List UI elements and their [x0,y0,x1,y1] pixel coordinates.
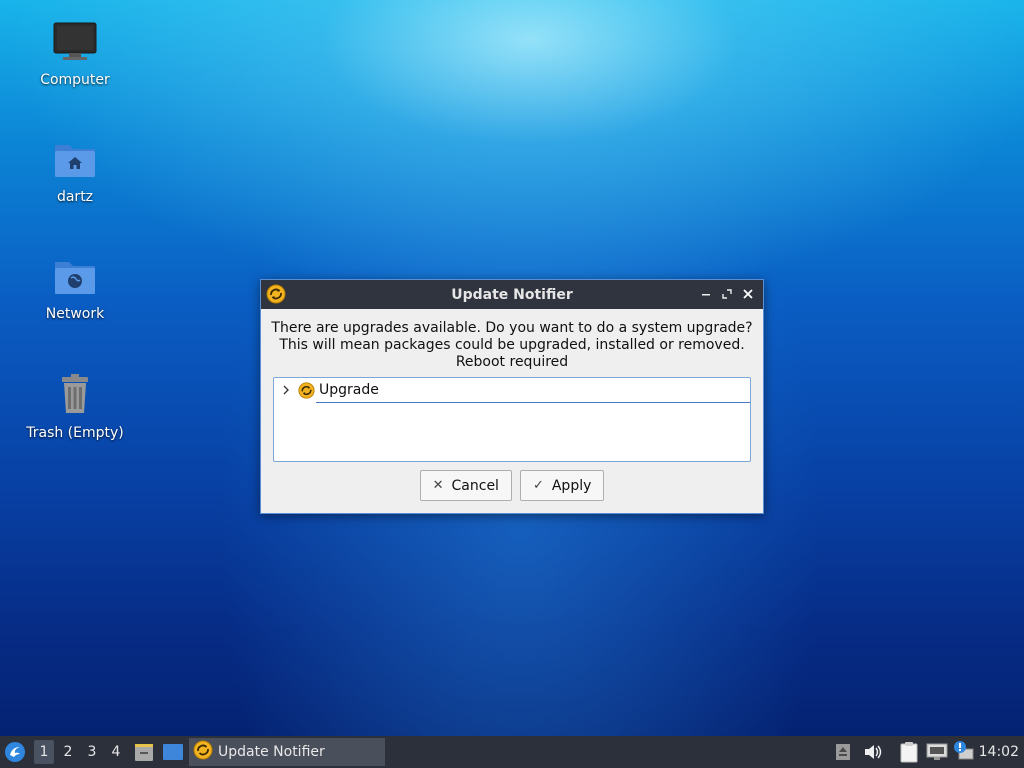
workspace-4[interactable]: 4 [106,740,126,764]
trash-icon [53,373,97,419]
update-notification-button[interactable] [953,740,975,766]
apply-button-label: Apply [551,477,592,494]
workspace-3[interactable]: 3 [82,740,102,764]
desktop-icon-computer[interactable]: Computer [20,22,130,88]
task-label: Update Notifier [218,744,325,760]
eject-icon [836,744,850,760]
show-desktop-button[interactable] [162,743,184,765]
close-button[interactable] [739,285,757,303]
update-notifier-app-icon [266,284,286,308]
maximize-icon [722,289,732,299]
network-status-button[interactable] [926,743,948,765]
update-notifier-task-icon [193,740,213,764]
upgrade-icon [298,382,315,403]
dialog-message: There are upgrades available. Do you wan… [261,320,763,371]
home-folder-icon [53,139,97,183]
update-notifier-dialog: Update Notifier There are upgrades avail… [260,279,764,514]
start-menu-icon [5,742,25,762]
maximize-button[interactable] [718,285,736,303]
file-manager-icon [135,744,153,761]
desktop-icon-home-folder[interactable]: dartz [20,139,130,205]
clipboard-button[interactable] [899,741,919,767]
desktop-icon-network[interactable]: Network [20,256,130,322]
desktop-icon-trash[interactable]: Trash (Empty) [20,373,130,441]
file-manager-launcher[interactable] [134,742,154,766]
computer-icon [53,22,97,66]
workspace-2[interactable]: 2 [58,740,78,764]
close-icon [743,289,753,299]
clipboard-icon [900,742,918,763]
desktop-icon-label: Computer [40,72,110,88]
volume-icon [865,745,882,759]
expander-chevron-right-icon[interactable] [280,383,292,397]
network-folder-icon [53,256,97,300]
network-wired-icon [926,743,948,760]
dialog-titlebar[interactable]: Update Notifier [261,280,763,309]
message-line: There are upgrades available. Do you wan… [271,320,753,336]
desktop-icon-label: dartz [56,189,94,205]
minimize-icon [702,294,710,296]
message-line: This will mean packages could be upgrade… [279,337,745,353]
workspace-1[interactable]: 1 [34,740,54,764]
update-alert-icon [954,741,974,760]
desktop-icon-label: Trash (Empty) [26,425,124,441]
apply-button[interactable]: ✓ Apply [519,470,605,501]
checkmark-icon: ✓ [532,478,544,493]
cancel-button[interactable]: ✕ Cancel [419,470,512,501]
eject-tray-button[interactable] [835,743,851,765]
minimize-button[interactable] [697,285,715,303]
cancel-button-label: Cancel [451,477,499,494]
start-menu-button[interactable] [4,741,26,767]
volume-button[interactable] [863,743,883,765]
cancel-x-icon: ✕ [432,478,444,493]
desktop-icon-label: Network [45,306,105,322]
tree-row-upgrade[interactable]: Upgrade [274,378,750,403]
message-line: Reboot required [455,354,569,370]
taskbar: 1 2 3 4 Update Notifier 14:02 [0,736,1024,768]
tree-row-label: Upgrade [316,378,750,403]
taskbar-task-update-notifier[interactable]: Update Notifier [189,738,385,766]
upgrade-tree-view[interactable]: Upgrade [273,377,751,462]
dialog-title: Update Notifier [451,286,573,303]
clock[interactable]: 14:02 [979,736,1019,768]
desktop-icon [163,744,183,760]
